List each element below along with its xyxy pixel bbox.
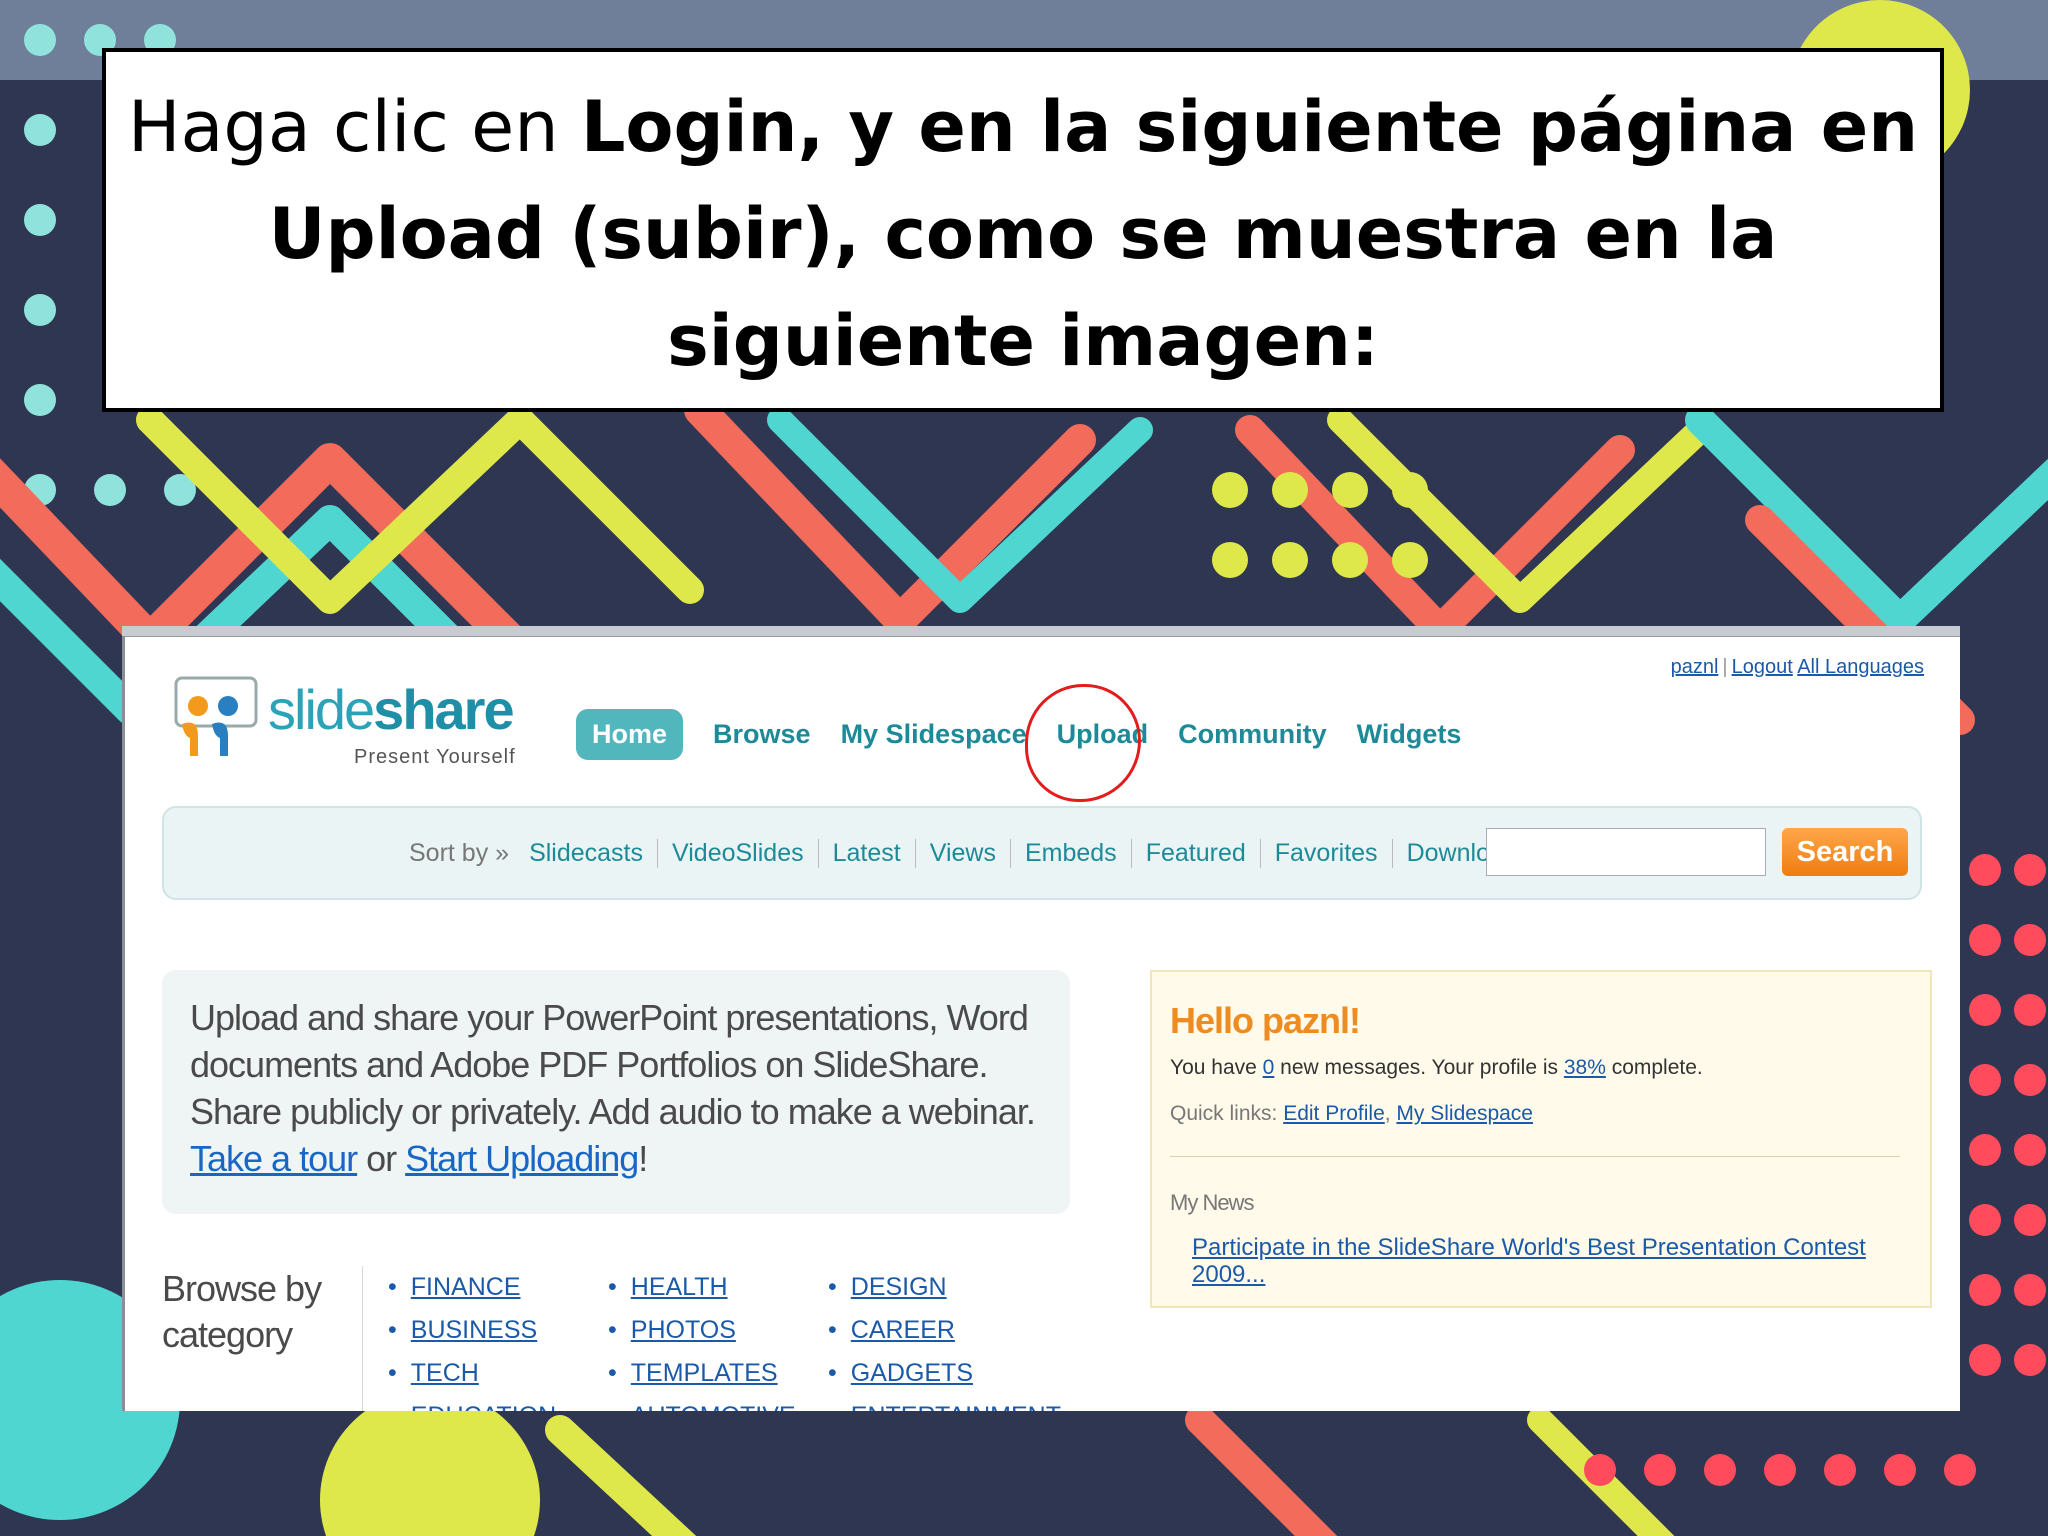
my-slidespace-link[interactable]: My Slidespace <box>1396 1102 1533 1125</box>
sort-videoslides[interactable]: VideoSlides <box>657 838 818 868</box>
hello-title: Hello paznl! <box>1170 1000 1361 1041</box>
slideshare-screenshot: paznl | Logout All Languages slideshare Pr… <box>122 626 1960 1411</box>
separator: | <box>1722 656 1728 678</box>
sort-latest[interactable]: Latest <box>817 838 915 868</box>
upload-highlight-circle <box>1025 684 1141 802</box>
caption-normal-text: Haga clic en <box>127 86 581 168</box>
nav-my-slidespace[interactable]: My Slidespace <box>841 719 1027 750</box>
profile-percent-link[interactable]: 38% <box>1564 1056 1606 1079</box>
logo-tagline: Present Yourself <box>354 746 516 768</box>
category-link[interactable]: TEMPLATES <box>608 1352 796 1395</box>
slideshare-logo[interactable]: slideshare Present Yourself <box>168 674 548 768</box>
browse-title: Browse by category <box>162 1268 322 1355</box>
category-link[interactable]: PHOTOS <box>608 1309 796 1352</box>
sort-favorites[interactable]: Favorites <box>1259 838 1392 868</box>
category-column-3: DESIGN CAREER GADGETS ENTERTAINMENT <box>828 1266 1061 1411</box>
upload-promo-box: Upload and share your PowerPoint present… <box>162 970 1070 1214</box>
category-link[interactable]: GADGETS <box>828 1352 1061 1395</box>
my-news-label: My News <box>1170 1190 1254 1215</box>
browse-by-category: Browse by category FINANCE BUSINESS TECH… <box>162 1266 1162 1411</box>
divider <box>1170 1156 1900 1157</box>
category-link[interactable]: CAREER <box>828 1309 1061 1352</box>
people-logo-icon <box>174 676 258 756</box>
category-link[interactable]: AUTOMOTIVE <box>608 1395 796 1411</box>
user-welcome-box: Hello paznl! You have 0 new messages. Yo… <box>1150 970 1932 1308</box>
browse-divider <box>362 1266 363 1411</box>
category-link[interactable]: HEALTH <box>608 1266 796 1309</box>
sort-bar: Sort by » Slidecasts VideoSlides Latest … <box>162 806 1922 900</box>
browser-frame-left <box>122 636 125 1411</box>
all-languages-link[interactable]: All Languages <box>1797 656 1924 678</box>
search-button[interactable]: Search <box>1782 828 1908 876</box>
promo-text: Upload and share your PowerPoint present… <box>190 997 1036 1179</box>
message-count-link[interactable]: 0 <box>1263 1056 1275 1079</box>
search-input[interactable] <box>1486 828 1766 876</box>
logout-link[interactable]: Logout <box>1732 656 1793 678</box>
nav-community[interactable]: Community <box>1178 719 1327 750</box>
category-link[interactable]: FINANCE <box>388 1266 556 1309</box>
messages-status: You have 0 new messages. Your profile is… <box>1170 1056 1703 1079</box>
sort-slidecasts[interactable]: Slidecasts <box>529 839 657 868</box>
logo-wordmark: slideshare <box>268 678 515 741</box>
category-link[interactable]: TECH <box>388 1352 556 1395</box>
start-uploading-link[interactable]: Start Uploading <box>405 1138 639 1179</box>
news-item-link[interactable]: Participate in the SlideShare World's Be… <box>1192 1234 1892 1288</box>
sort-by-label: Sort by » <box>409 838 510 867</box>
sort-embeds[interactable]: Embeds <box>1009 838 1131 868</box>
nav-browse[interactable]: Browse <box>713 719 811 750</box>
sort-featured[interactable]: Featured <box>1130 838 1260 868</box>
nav-home[interactable]: Home <box>576 708 684 760</box>
category-column-1: FINANCE BUSINESS TECH EDUCATION <box>388 1266 556 1411</box>
edit-profile-link[interactable]: Edit Profile <box>1283 1102 1385 1125</box>
username-link[interactable]: paznl <box>1671 656 1719 678</box>
sort-views[interactable]: Views <box>914 838 1010 868</box>
take-a-tour-link[interactable]: Take a tour <box>190 1138 358 1179</box>
browser-frame-top <box>122 626 1960 637</box>
nav-widgets[interactable]: Widgets <box>1357 719 1462 750</box>
category-link[interactable]: BUSINESS <box>388 1309 556 1352</box>
slide-caption: Haga clic en Login, y en la siguiente pá… <box>102 48 1944 412</box>
category-link[interactable]: EDUCATION <box>388 1395 556 1411</box>
account-links: paznl | Logout All Languages <box>1671 656 1924 679</box>
quick-links: Quick links: Edit Profile, My Slidespace <box>1170 1102 1533 1125</box>
category-link[interactable]: DESIGN <box>828 1266 1061 1309</box>
category-link[interactable]: ENTERTAINMENT <box>828 1395 1061 1411</box>
category-column-2: HEALTH PHOTOS TEMPLATES AUTOMOTIVE <box>608 1266 796 1411</box>
